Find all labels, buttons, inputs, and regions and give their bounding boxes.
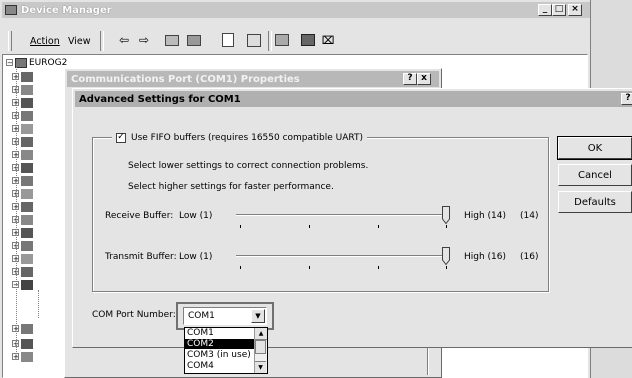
menu-action[interactable]: Action (30, 36, 60, 47)
com-option[interactable]: COM3 (in use) (185, 350, 255, 360)
toolbar-separator-2 (268, 31, 272, 51)
advanced-title: Advanced Settings for COM1 (79, 93, 241, 105)
sound-icon (21, 323, 33, 334)
menu-view[interactable]: View (68, 36, 91, 47)
defaults-button[interactable]: Defaults (558, 191, 632, 213)
ok-button[interactable]: OK (557, 136, 632, 160)
device-icon (21, 110, 33, 121)
com-option[interactable]: COM4 (185, 361, 255, 371)
device-icon (21, 136, 33, 147)
hint-lower: Select lower settings to correct connect… (128, 161, 369, 171)
device-icon (21, 201, 33, 212)
minimize-button[interactable]: _ (538, 4, 552, 16)
usb-icon (21, 351, 33, 362)
up-folder-icon[interactable] (164, 32, 180, 48)
com-option[interactable]: COM1 (185, 328, 255, 338)
device-icon (21, 175, 33, 186)
properties-icon[interactable] (220, 32, 236, 48)
transmit-value: (16) (520, 252, 539, 262)
receive-tick (240, 225, 241, 228)
tree-line (16, 64, 17, 356)
com-port-select[interactable]: COM1 ▼ (183, 307, 267, 325)
receive-high-label: High (14) (464, 211, 507, 221)
maximize-button[interactable]: □ (552, 4, 566, 16)
device-icon (21, 97, 33, 108)
device-icon (21, 84, 33, 95)
toolbar-separator (100, 31, 104, 51)
device-icon (21, 123, 33, 134)
disable-device-icon[interactable] (300, 32, 316, 48)
forward-arrow-icon[interactable]: ⇨ (136, 32, 152, 48)
device-manager-title: Device Manager (21, 4, 112, 16)
hint-higher: Select higher settings for faster perfor… (128, 182, 334, 192)
show-hide-tree-icon[interactable] (186, 32, 202, 48)
device-icon (21, 71, 33, 82)
scroll-down-icon[interactable]: ▼ (255, 361, 266, 373)
device-icon (21, 149, 33, 160)
scroll-thumb[interactable] (255, 340, 266, 354)
com-option-highlighted[interactable]: COM2 (185, 339, 255, 349)
transmit-tick (378, 266, 379, 269)
transmit-slider-thumb[interactable] (442, 247, 450, 265)
receive-slider-thumb[interactable] (442, 206, 450, 224)
transmit-tick (446, 266, 447, 269)
device-icon (21, 188, 33, 199)
device-icon (21, 240, 33, 251)
com-port-label: COM Port Number: (92, 310, 176, 320)
receive-slider-track[interactable] (236, 214, 450, 216)
device-icon (21, 266, 33, 277)
receive-tick (309, 225, 310, 228)
dropdown-scrollbar[interactable]: ▲ ▼ (254, 328, 267, 373)
device-manager-titlebar: Device Manager (2, 2, 590, 18)
chevron-down-icon[interactable]: ▼ (251, 309, 265, 323)
scan-hardware-icon[interactable] (274, 32, 290, 48)
transmit-high-label: High (16) (464, 252, 507, 262)
advanced-titlebar: Advanced Settings for COM1 (75, 91, 632, 107)
fifo-checkbox-row[interactable]: ✓ Use FIFO buffers (requires 16550 compa… (112, 131, 368, 144)
transmit-tick (309, 266, 310, 269)
receive-tick (446, 225, 447, 228)
fifo-label: Use FIFO buffers (requires 16550 compati… (131, 132, 364, 143)
scroll-up-icon[interactable]: ▲ (255, 328, 267, 340)
receive-low-label: Low (1) (179, 211, 213, 221)
computer-icon (5, 5, 17, 15)
receive-buffer-label: Receive Buffer: (105, 211, 174, 221)
cancel-button[interactable]: Cancel (558, 164, 632, 186)
tree-line-ports (38, 290, 39, 318)
device-icon (21, 338, 33, 349)
menubar-grip (8, 31, 12, 51)
transmit-tick (240, 266, 241, 269)
comm-help-button[interactable]: ? (403, 73, 417, 85)
device-icon (21, 162, 33, 173)
port-icon (21, 279, 33, 290)
transmit-slider-track[interactable] (236, 255, 450, 257)
fifo-checkbox[interactable]: ✓ (116, 132, 126, 143)
comm-close-button[interactable]: x (417, 73, 431, 85)
uninstall-device-icon[interactable]: ⌧ (320, 32, 336, 48)
comm-properties-title: Communications Port (COM1) Properties (71, 73, 300, 85)
receive-value: (14) (520, 211, 539, 221)
transmit-buffer-label: Transmit Buffer: (105, 252, 177, 262)
device-icon (21, 253, 33, 264)
advanced-help-button[interactable]: ? (621, 93, 632, 105)
back-arrow-icon[interactable]: ⇦ (116, 32, 132, 48)
device-icon (21, 214, 33, 225)
help-icon[interactable] (246, 32, 262, 48)
transmit-low-label: Low (1) (179, 252, 213, 262)
comm-properties-titlebar: Communications Port (COM1) Properties (67, 71, 439, 87)
device-icon (21, 227, 33, 238)
tree-root-label: EUROG2 (29, 57, 68, 68)
com-port-selected: COM1 (188, 311, 215, 321)
close-button[interactable]: × (568, 4, 582, 16)
com-port-dropdown: COM1 COM2 COM3 (in use) COM4 ▲ ▼ (184, 327, 268, 374)
collapse-icon[interactable]: − (6, 59, 13, 67)
receive-tick (378, 225, 379, 228)
